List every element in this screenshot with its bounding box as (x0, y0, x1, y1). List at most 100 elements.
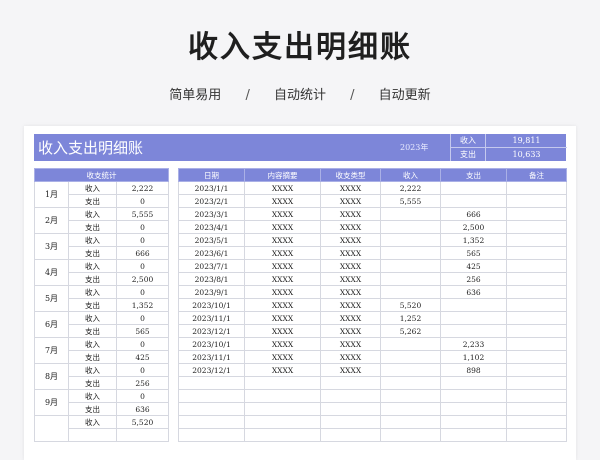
type-cell[interactable]: XXXX (320, 350, 381, 364)
income-value-cell[interactable]: 0 (115, 363, 170, 377)
type-cell[interactable]: XXXX (320, 246, 381, 260)
type-cell[interactable]: XXXX (320, 337, 381, 351)
income-label-cell[interactable]: 收入 (68, 415, 117, 429)
summary-cell[interactable]: XXXX (244, 350, 321, 364)
expense-cell[interactable] (440, 311, 507, 325)
note-cell[interactable] (506, 285, 567, 299)
month-cell[interactable] (34, 415, 69, 442)
note-cell[interactable] (506, 298, 567, 312)
expense-cell[interactable]: 1,102 (440, 350, 507, 364)
summary-cell[interactable] (244, 428, 321, 442)
note-cell[interactable] (506, 402, 567, 416)
income-value-cell[interactable]: 0 (115, 259, 170, 273)
date-cell[interactable]: 2023/12/1 (178, 324, 245, 338)
month-cell[interactable]: 6月 (34, 311, 69, 338)
date-cell[interactable] (178, 415, 245, 429)
note-cell[interactable] (506, 220, 567, 234)
expense-cell[interactable] (440, 389, 507, 403)
type-cell[interactable] (320, 389, 381, 403)
note-cell[interactable] (506, 259, 567, 273)
date-cell[interactable]: 2023/2/1 (178, 194, 245, 208)
expense-cell[interactable]: 1,352 (440, 233, 507, 247)
month-cell[interactable]: 8月 (34, 363, 69, 390)
expense-cell[interactable]: 636 (440, 285, 507, 299)
col-header-summary[interactable]: 内容摘要 (244, 168, 321, 182)
income-cell[interactable] (380, 259, 441, 273)
income-label-cell[interactable]: 收入 (68, 363, 117, 377)
income-label-cell[interactable]: 收入 (68, 311, 117, 325)
note-cell[interactable] (506, 363, 567, 377)
income-label-cell[interactable]: 收入 (68, 285, 117, 299)
summary-expense-value[interactable]: 10,633 (486, 148, 567, 161)
income-cell[interactable]: 2,222 (380, 181, 441, 195)
income-cell[interactable] (380, 246, 441, 260)
note-cell[interactable] (506, 376, 567, 390)
income-value-cell[interactable]: 0 (115, 311, 170, 325)
expense-cell[interactable] (440, 428, 507, 442)
summary-cell[interactable] (244, 415, 321, 429)
note-cell[interactable] (506, 415, 567, 429)
summary-cell[interactable]: XXXX (244, 337, 321, 351)
income-cell[interactable] (380, 337, 441, 351)
summary-cell[interactable] (244, 402, 321, 416)
date-cell[interactable] (178, 428, 245, 442)
expense-cell[interactable]: 425 (440, 259, 507, 273)
expense-label-cell[interactable]: 支出 (68, 272, 117, 286)
expense-value-cell[interactable]: 0 (115, 194, 170, 208)
expense-cell[interactable]: 2,233 (440, 337, 507, 351)
summary-cell[interactable]: XXXX (244, 181, 321, 195)
expense-cell[interactable] (440, 181, 507, 195)
type-cell[interactable]: XXXX (320, 311, 381, 325)
expense-label-cell[interactable]: 支出 (68, 220, 117, 234)
month-cell[interactable]: 2月 (34, 207, 69, 234)
expense-cell[interactable]: 565 (440, 246, 507, 260)
date-cell[interactable]: 2023/10/1 (178, 298, 245, 312)
income-value-cell[interactable]: 0 (115, 389, 170, 403)
month-cell[interactable]: 3月 (34, 233, 69, 260)
summary-cell[interactable] (244, 376, 321, 390)
type-cell[interactable] (320, 415, 381, 429)
expense-cell[interactable]: 256 (440, 272, 507, 286)
note-cell[interactable] (506, 389, 567, 403)
summary-cell[interactable]: XXXX (244, 298, 321, 312)
note-cell[interactable] (506, 311, 567, 325)
income-value-cell[interactable]: 0 (115, 285, 170, 299)
summary-cell[interactable]: XXXX (244, 220, 321, 234)
month-cell[interactable]: 5月 (34, 285, 69, 312)
expense-label-cell[interactable] (68, 428, 117, 442)
income-cell[interactable]: 5,555 (380, 194, 441, 208)
income-cell[interactable] (380, 350, 441, 364)
income-value-cell[interactable]: 5,520 (115, 415, 170, 429)
expense-value-cell[interactable]: 425 (115, 350, 170, 364)
expense-cell[interactable] (440, 298, 507, 312)
col-header-type[interactable]: 收支类型 (320, 168, 381, 182)
summary-income-value[interactable]: 19,811 (486, 134, 567, 147)
expense-cell[interactable] (440, 376, 507, 390)
type-cell[interactable]: XXXX (320, 285, 381, 299)
income-label-cell[interactable]: 收入 (68, 259, 117, 273)
summary-expense-label[interactable]: 支出 (451, 148, 486, 161)
expense-value-cell[interactable] (115, 428, 170, 442)
summary-cell[interactable]: XXXX (244, 207, 321, 221)
expense-cell[interactable] (440, 194, 507, 208)
expense-label-cell[interactable]: 支出 (68, 246, 117, 260)
month-cell[interactable]: 1月 (34, 181, 69, 208)
date-cell[interactable] (178, 402, 245, 416)
income-cell[interactable] (380, 285, 441, 299)
note-cell[interactable] (506, 350, 567, 364)
income-cell[interactable] (380, 415, 441, 429)
expense-label-cell[interactable]: 支出 (68, 376, 117, 390)
date-cell[interactable]: 2023/11/1 (178, 311, 245, 325)
type-cell[interactable]: XXXX (320, 220, 381, 234)
month-cell[interactable]: 4月 (34, 259, 69, 286)
expense-cell[interactable]: 898 (440, 363, 507, 377)
income-label-cell[interactable]: 收入 (68, 233, 117, 247)
note-cell[interactable] (506, 428, 567, 442)
income-cell[interactable] (380, 376, 441, 390)
expense-value-cell[interactable]: 2,500 (115, 272, 170, 286)
type-cell[interactable] (320, 428, 381, 442)
type-cell[interactable]: XXXX (320, 233, 381, 247)
expense-label-cell[interactable]: 支出 (68, 324, 117, 338)
summary-cell[interactable]: XXXX (244, 324, 321, 338)
summary-cell[interactable] (244, 389, 321, 403)
